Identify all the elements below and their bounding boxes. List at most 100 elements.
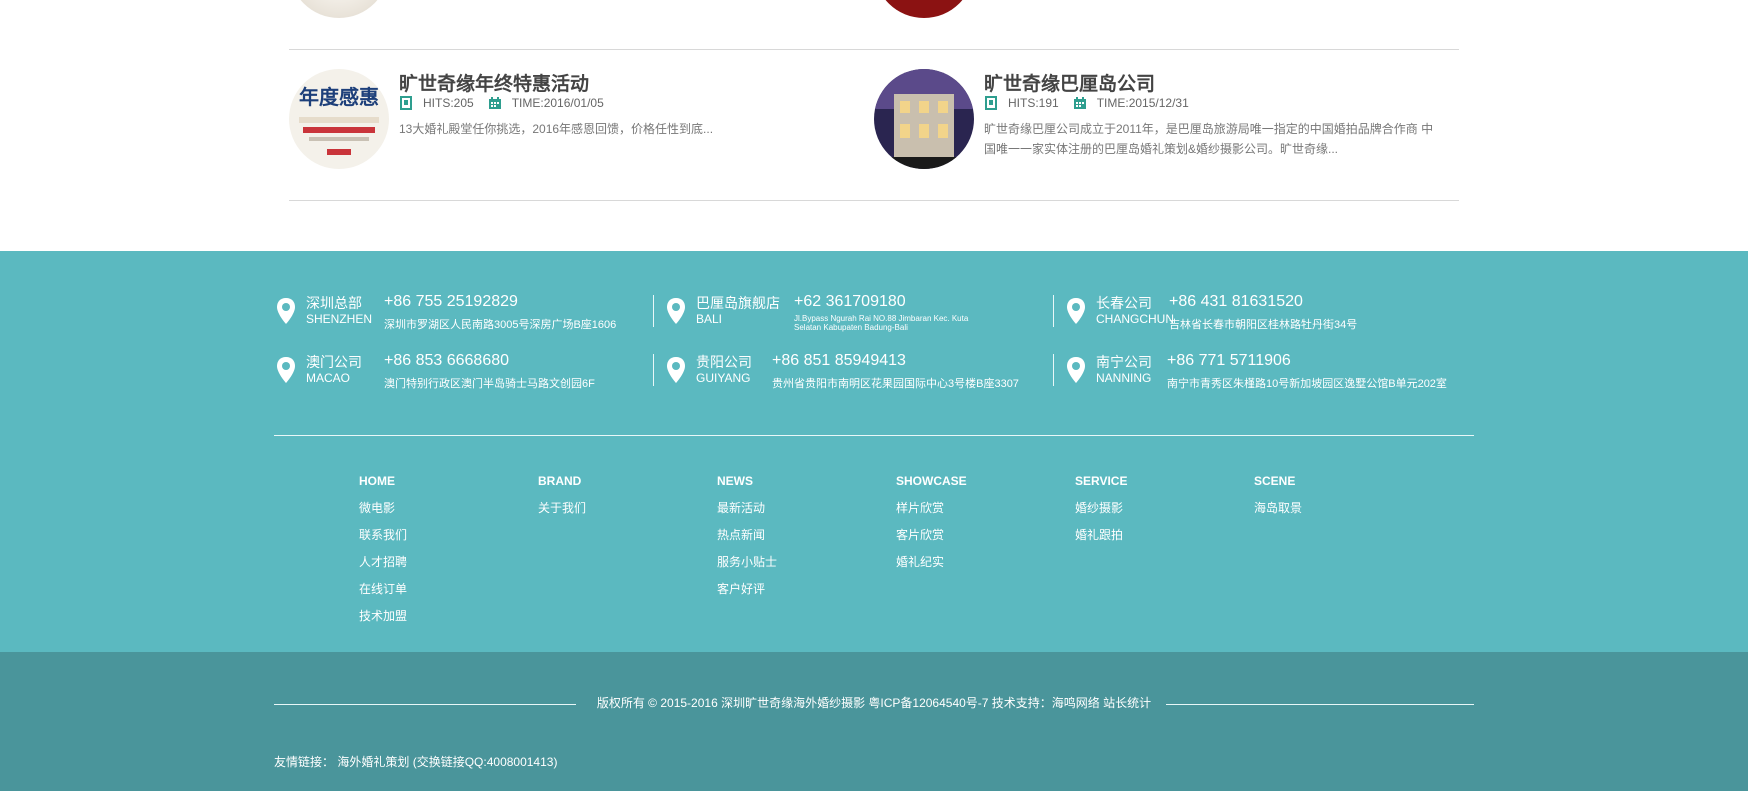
office-changchun: 长春公司 CHANGCHUN +86 431 81631520 吉林省长春市朝阳… [1066, 293, 1466, 333]
location-pin-icon [277, 298, 295, 324]
office-shenzhen: 深圳总部 SHENZHEN +86 755 25192829 深圳市罗湖区人民南… [276, 293, 656, 333]
footer-nav-service: SERVICE 婚纱摄影 婚礼跟拍 [1075, 473, 1245, 554]
calendar-icon [488, 97, 501, 109]
nav-link[interactable]: 婚礼跟拍 [1075, 527, 1245, 554]
nav-link[interactable]: 最新活动 [717, 500, 887, 527]
office-phone: +86 755 25192829 [384, 293, 518, 310]
news-description: 旷世奇缘巴厘公司成立于2011年，是巴厘岛旅游局唯一指定的中国婚拍品牌合作商 中… [984, 122, 1434, 156]
footer-nav-home: HOME 微电影 联系我们 人才招聘 在线订单 技术加盟 [359, 473, 529, 635]
nav-link[interactable]: 婚纱摄影 [1075, 500, 1245, 527]
office-address: 吉林省长春市朝阳区桂林路牡丹街34号 [1169, 319, 1358, 331]
news-time: TIME:2016/01/05 [511, 96, 604, 110]
office-address: Jl.Bypass Ngurah Rai NO.88 Jimbaran Kec.… [794, 314, 969, 332]
news-description: 13大婚礼殿堂任你挑选，2016年感恩回馈，价格任性到底... [399, 122, 714, 136]
nav-link[interactable]: 技术加盟 [359, 608, 529, 635]
location-pin-icon [667, 357, 685, 383]
nav-link[interactable]: 在线订单 [359, 581, 529, 608]
office-address: 深圳市罗湖区人民南路3005号深房广场B座1606 [384, 319, 617, 331]
location-pin-icon [277, 357, 295, 383]
office-name-cn: 长春公司 [1096, 295, 1152, 311]
news-title[interactable]: 旷世奇缘巴厘岛公司 [984, 69, 1155, 96]
office-phone: +86 851 85949413 [772, 352, 906, 369]
news-time: TIME:2015/12/31 [1096, 96, 1189, 110]
news-divider [289, 49, 1459, 50]
office-name-en: GUIYANG [696, 371, 751, 385]
footer-nav-news: NEWS 最新活动 热点新闻 服务小贴士 客户好评 [717, 473, 887, 608]
news-thumbnail[interactable]: 年度感惠 [289, 69, 389, 169]
nav-heading[interactable]: SCENE [1254, 473, 1424, 500]
nav-link[interactable]: 客户好评 [717, 581, 887, 608]
office-name-cn: 贵阳公司 [696, 354, 752, 370]
nav-heading[interactable]: SERVICE [1075, 473, 1245, 500]
office-name-cn: 巴厘岛旗舰店 [696, 295, 780, 311]
office-name-en: SHENZHEN [306, 312, 373, 326]
friend-links: 友情链接： 海外婚礼策划 (交换链接QQ:4008001413) [274, 753, 557, 770]
news-meta: HITS:205 TIME:2016/01/05 [399, 96, 604, 110]
office-phone: +86 771 5711906 [1167, 352, 1291, 369]
office-divider [653, 295, 654, 327]
office-divider [653, 354, 654, 386]
news-thumb-prev-right[interactable] [874, 0, 974, 18]
footer-nav-scene: SCENE 海岛取景 [1254, 473, 1424, 527]
footer-divider [274, 435, 1474, 436]
news-section: 年度感惠 旷世奇缘年终特惠活动 HITS:205 TIME:2016/01/05… [0, 0, 1748, 251]
nav-heading[interactable]: BRAND [538, 473, 708, 500]
office-name-cn: 澳门公司 [306, 354, 362, 370]
office-name-en: NANNING [1096, 371, 1152, 385]
footer-bottom-bar: 版权所有 © 2015-2016 深圳旷世奇缘海外婚纱摄影 粤ICP备12064… [0, 652, 1748, 791]
office-guiyang: 贵阳公司 GUIYANG +86 851 85949413 贵州省贵阳市南明区花… [666, 352, 1056, 392]
nav-link[interactable]: 海岛取景 [1254, 500, 1424, 527]
document-icon [985, 96, 997, 110]
nav-link[interactable]: 人才招聘 [359, 554, 529, 581]
news-item[interactable]: 旷世奇缘巴厘岛公司 HITS:191 TIME:2015/12/31 旷世奇缘巴… [874, 69, 1464, 173]
nav-link[interactable]: 微电影 [359, 500, 529, 527]
news-item[interactable]: 年度感惠 旷世奇缘年终特惠活动 HITS:205 TIME:2016/01/05… [289, 69, 879, 173]
news-hits: HITS:191 [1008, 96, 1059, 110]
copyright-line-left [274, 704, 576, 705]
nav-link[interactable]: 客片欣赏 [896, 527, 1066, 554]
office-divider [1053, 354, 1054, 386]
nav-link[interactable]: 关于我们 [538, 500, 708, 527]
footer-nav-brand: BRAND 关于我们 [538, 473, 708, 527]
nav-heading[interactable]: NEWS [717, 473, 887, 500]
footer-nav-showcase: SHOWCASE 样片欣赏 客片欣赏 婚礼纪实 [896, 473, 1066, 581]
office-divider [1053, 295, 1054, 327]
nav-link[interactable]: 联系我们 [359, 527, 529, 554]
copyright-line-right [1166, 704, 1474, 705]
office-name-cn: 南宁公司 [1096, 354, 1152, 370]
copyright-text: 版权所有 © 2015-2016 深圳旷世奇缘海外婚纱摄影 粤ICP备12064… [596, 696, 1152, 710]
location-pin-icon [1067, 298, 1085, 324]
footer-contact-section: 深圳总部 SHENZHEN +86 755 25192829 深圳市罗湖区人民南… [0, 251, 1748, 652]
nav-link[interactable]: 婚礼纪实 [896, 554, 1066, 581]
office-macao: 澳门公司 MACAO +86 853 6668680 澳门特别行政区澳门半岛骑士… [276, 352, 656, 392]
office-address: 南宁市青秀区朱槿路10号新加坡园区逸墅公馆B单元202室 [1167, 378, 1447, 390]
location-pin-icon [667, 298, 685, 324]
nav-heading[interactable]: SHOWCASE [896, 473, 1066, 500]
office-phone: +62 361709180 [794, 293, 906, 310]
calendar-icon [1073, 97, 1086, 109]
news-title[interactable]: 旷世奇缘年终特惠活动 [399, 69, 589, 96]
office-name-en: BALI [696, 312, 723, 326]
svg-text:年度感惠: 年度感惠 [299, 85, 379, 109]
news-hits: HITS:205 [423, 96, 474, 110]
nav-link[interactable]: 热点新闻 [717, 527, 887, 554]
friend-links-label: 友情链接： [274, 755, 335, 769]
office-name-cn: 深圳总部 [306, 295, 362, 311]
news-divider [289, 200, 1459, 201]
document-icon [400, 96, 412, 110]
nav-link[interactable]: 服务小贴士 [717, 554, 887, 581]
office-phone: +86 431 81631520 [1169, 293, 1303, 310]
friend-link[interactable]: 海外婚礼策划 [337, 755, 409, 769]
nav-link[interactable]: 样片欣赏 [896, 500, 1066, 527]
news-meta: HITS:191 TIME:2015/12/31 [984, 96, 1189, 110]
office-address: 澳门特别行政区澳门半岛骑士马路文创园6F [384, 378, 595, 390]
news-thumb-prev-left[interactable] [289, 0, 389, 18]
office-bali: 巴厘岛旗舰店 BALI +62 361709180 Jl.Bypass Ngur… [666, 293, 1046, 333]
news-thumbnail[interactable] [874, 69, 974, 169]
friend-link-contact: (交换链接QQ:4008001413) [412, 755, 558, 769]
office-name-en: MACAO [306, 371, 351, 385]
office-name-en: CHANGCHUN [1096, 312, 1174, 326]
office-nanning: 南宁公司 NANNING +86 771 5711906 南宁市青秀区朱槿路10… [1066, 352, 1476, 392]
nav-heading[interactable]: HOME [359, 473, 529, 500]
location-pin-icon [1067, 357, 1085, 383]
